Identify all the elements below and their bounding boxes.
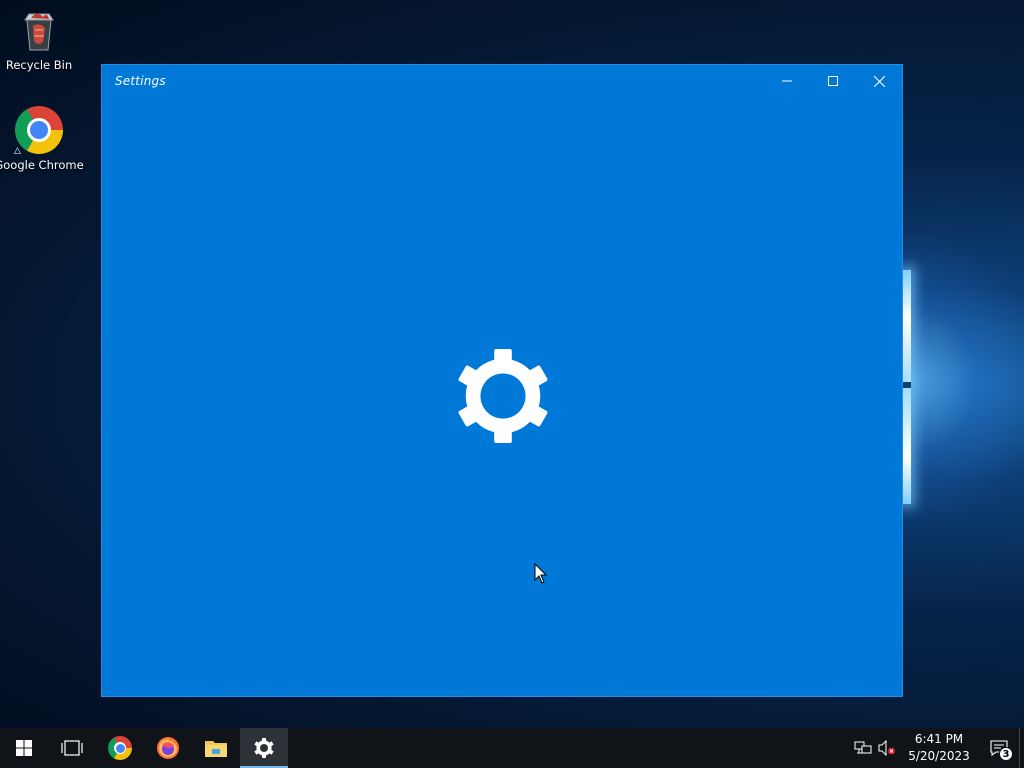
taskbar: 6:41 PM 5/20/2023 3	[0, 728, 1024, 768]
folder-icon	[205, 741, 227, 757]
desktop-light-edge	[903, 270, 911, 504]
close-button[interactable]	[856, 65, 902, 97]
network-button[interactable]	[851, 728, 875, 768]
maximize-icon	[828, 76, 838, 86]
gear-icon	[458, 348, 548, 444]
task-view-button[interactable]	[48, 728, 96, 768]
taskbar-firefox-button[interactable]	[144, 728, 192, 768]
gear-icon	[254, 738, 274, 758]
desktop-icon-recycle-bin[interactable]: Recycle Bin	[0, 8, 78, 72]
chrome-icon	[108, 736, 132, 760]
clock-time: 6:41 PM	[914, 732, 964, 746]
maximize-button[interactable]	[810, 65, 856, 97]
window-titlebar[interactable]: Settings	[102, 65, 902, 97]
window-title: Settings	[115, 74, 166, 88]
windows-logo-icon	[16, 740, 32, 756]
recycle-bin-icon	[24, 13, 54, 51]
minimize-icon	[782, 80, 792, 82]
action-center-button[interactable]: 3	[979, 728, 1019, 768]
task-view-icon	[61, 740, 83, 756]
clock-date: 5/20/2023	[908, 749, 970, 763]
network-icon	[854, 741, 872, 754]
taskbar-settings-button[interactable]	[240, 728, 288, 768]
taskbar-file-explorer-button[interactable]	[192, 728, 240, 768]
google-chrome-label: Google Chrome	[0, 158, 84, 172]
system-tray: 6:41 PM 5/20/2023 3	[851, 728, 1024, 768]
recycle-bin-label: Recycle Bin	[5, 58, 73, 72]
shortcut-arrow-icon: △	[14, 146, 21, 156]
settings-window[interactable]: Settings	[101, 64, 903, 697]
desktop-icon-google-chrome[interactable]: Google Chrome	[0, 106, 84, 172]
show-desktop-button[interactable]	[1019, 728, 1024, 768]
close-icon	[873, 75, 885, 87]
taskbar-clock[interactable]: 6:41 PM 5/20/2023	[899, 728, 979, 768]
window-controls	[764, 65, 902, 97]
minimize-button[interactable]	[764, 65, 810, 97]
notification-badge: 3	[999, 747, 1013, 761]
chrome-icon	[15, 106, 63, 154]
volume-button[interactable]	[875, 728, 899, 768]
mouse-cursor-icon	[534, 563, 548, 584]
firefox-icon	[157, 737, 179, 759]
volume-muted-icon	[878, 740, 895, 756]
taskbar-chrome-button[interactable]	[96, 728, 144, 768]
start-button[interactable]	[0, 728, 48, 768]
